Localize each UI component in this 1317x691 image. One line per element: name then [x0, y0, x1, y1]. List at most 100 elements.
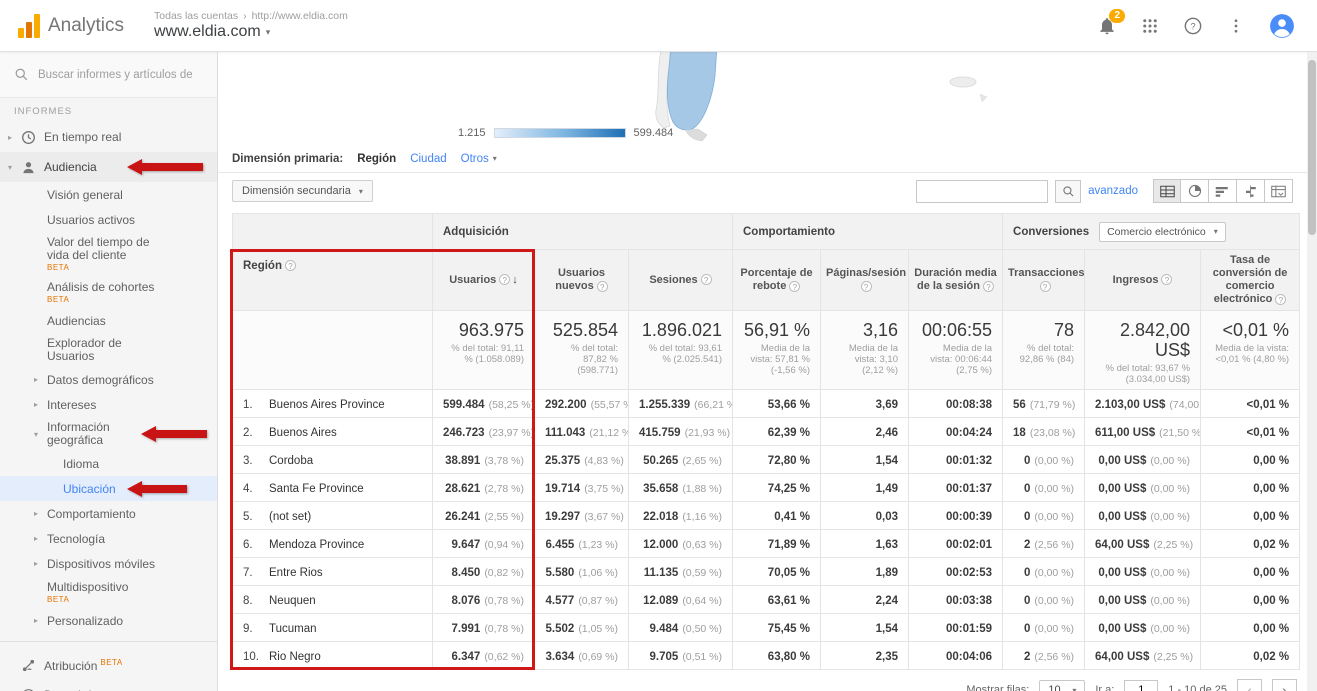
column-header-region[interactable]: Región?: [233, 250, 433, 311]
column-header-tasa-de-conversion-de-comercio-electronico[interactable]: Tasa de conversión de comercio electróni…: [1201, 250, 1300, 311]
table-view-button[interactable]: [1153, 179, 1181, 203]
table-search-input[interactable]: [916, 180, 1048, 203]
column-header-transacciones[interactable]: Transacciones?: [1003, 250, 1085, 311]
sidebar-item-valor-del-tiempo-de-vida-del-cliente[interactable]: Valor del tiempo de vida del clienteBETA: [0, 232, 217, 276]
page-scrollbar[interactable]: [1307, 52, 1317, 691]
metric-value: 0,00 %: [1253, 511, 1289, 523]
help-icon[interactable]: ?: [789, 281, 800, 292]
summary-cell: 3,16Media de la vista: 3,10 (2,12 %): [821, 311, 909, 390]
sidebar-item-explorador-de-usuarios[interactable]: Explorador de Usuarios: [0, 333, 217, 367]
help-icon[interactable]: ?: [1275, 294, 1286, 305]
sidebar-search[interactable]: [0, 52, 217, 98]
comparison-view-button[interactable]: [1237, 179, 1265, 203]
sidebar-item-vision-general[interactable]: Visión general: [0, 182, 217, 207]
primary-dimension-region[interactable]: Región: [357, 153, 396, 165]
region-link[interactable]: Tucuman: [269, 623, 317, 635]
analytics-logo[interactable]: Analytics: [0, 14, 124, 38]
region-link[interactable]: Buenos Aires: [269, 427, 337, 439]
column-header-sesiones[interactable]: Sesiones?: [629, 250, 733, 311]
metric-percent: (2,65 %): [682, 455, 722, 467]
sidebar-item-audiencia[interactable]: ▾Audiencia: [0, 152, 217, 182]
breadcrumb-accounts[interactable]: Todas las cuentas: [154, 10, 238, 22]
percentage-view-button[interactable]: [1181, 179, 1209, 203]
group-header-comportamiento: Comportamiento: [733, 214, 1003, 250]
search-icon: [14, 67, 29, 82]
region-link[interactable]: Buenos Aires Province: [269, 399, 385, 411]
advanced-search-link[interactable]: avanzado: [1088, 185, 1138, 197]
column-header-usuarios[interactable]: Usuarios?↓: [433, 250, 535, 311]
help-button[interactable]: ?: [1183, 16, 1203, 36]
help-icon[interactable]: ?: [983, 281, 994, 292]
region-link[interactable]: Cordoba: [269, 455, 313, 467]
sidebar-item-en-tiempo-real[interactable]: ▸En tiempo real: [0, 122, 217, 152]
secondary-dimension-button[interactable]: Dimensión secundaria ▾: [232, 180, 373, 202]
group-label: Comportamiento: [743, 226, 835, 238]
notifications-button[interactable]: 2: [1097, 16, 1117, 36]
sidebar-divider: [0, 641, 217, 642]
geo-map[interactable]: [218, 52, 1307, 145]
previous-page-button[interactable]: ‹: [1237, 679, 1262, 691]
column-header-paginas-sesion[interactable]: Páginas/sesión?: [821, 250, 909, 311]
user-avatar[interactable]: [1269, 13, 1295, 39]
column-header-ingresos[interactable]: Ingresos?: [1085, 250, 1201, 311]
column-header-duracion-media-de-la-sesion[interactable]: Duración media de la sesión?: [909, 250, 1003, 311]
sidebar-item-descubrir[interactable]: Descubrir: [0, 680, 217, 691]
help-icon[interactable]: ?: [499, 274, 510, 285]
table-search-button[interactable]: [1055, 180, 1081, 203]
ecommerce-selector[interactable]: Comercio electrónico▾: [1099, 222, 1226, 242]
sidebar: INFORMES ▸En tiempo real▾AudienciaVisión…: [0, 52, 218, 691]
help-icon[interactable]: ?: [285, 260, 296, 271]
performance-view-button[interactable]: [1209, 179, 1237, 203]
sidebar-item-audiencias[interactable]: Audiencias: [0, 308, 217, 333]
goto-page-input[interactable]: [1124, 680, 1158, 691]
sidebar-item-idioma[interactable]: Idioma: [0, 451, 217, 476]
account-selector[interactable]: www.eldia.com ▾: [154, 23, 348, 41]
scrollbar-thumb[interactable]: [1308, 60, 1316, 235]
region-link[interactable]: Neuquen: [269, 595, 316, 607]
sidebar-search-input[interactable]: [38, 69, 198, 81]
more-menu-button[interactable]: [1227, 17, 1245, 35]
metric-cell: 0,02 %: [1201, 530, 1300, 558]
region-link[interactable]: Santa Fe Province: [269, 483, 364, 495]
sidebar-item-ubicacion[interactable]: Ubicación: [0, 476, 217, 501]
column-header-usuarios-nuevos[interactable]: Usuarios nuevos?: [535, 250, 629, 311]
column-header-porcentaje-de-rebote[interactable]: Porcentaje de rebote?: [733, 250, 821, 311]
rows-per-page-select[interactable]: 10 ▾: [1039, 680, 1085, 691]
sidebar-item-datos-demograficos[interactable]: ▸Datos demográficos: [0, 367, 217, 392]
sidebar-item-comportamiento[interactable]: ▸Comportamiento: [0, 501, 217, 526]
primary-dimension-city[interactable]: Ciudad: [410, 153, 446, 165]
help-icon[interactable]: ?: [1161, 274, 1172, 285]
metric-value: 0,00 %: [1253, 483, 1289, 495]
sidebar-item-personalizado[interactable]: ▸Personalizado: [0, 608, 217, 633]
next-page-button[interactable]: ›: [1272, 679, 1297, 691]
breadcrumb-property[interactable]: http://www.eldia.com: [252, 10, 348, 22]
arrow-shaft: [142, 163, 203, 171]
metric-percent: (1,06 %): [578, 567, 618, 579]
legend-min-value: 1.215: [458, 127, 486, 139]
sidebar-item-tecnologia[interactable]: ▸Tecnología: [0, 526, 217, 551]
sidebar-item-multidispositivo[interactable]: MultidispositivoBETA: [0, 576, 217, 608]
help-icon[interactable]: ?: [701, 274, 712, 285]
pivot-view-button[interactable]: [1265, 179, 1293, 203]
region-link[interactable]: Mendoza Province: [269, 539, 364, 551]
metric-cell: 0,02 %: [1201, 642, 1300, 670]
region-link[interactable]: (not set): [269, 511, 311, 523]
summary-value: 525.854: [545, 320, 618, 340]
sidebar-item-analisis-de-cohortes[interactable]: Análisis de cohortesBETA: [0, 276, 217, 308]
metric-cell: 63,61 %: [733, 586, 821, 614]
primary-dimension-other[interactable]: Otros ▾: [461, 153, 497, 165]
apps-grid-button[interactable]: [1141, 17, 1159, 35]
sidebar-item-informacion-geografica[interactable]: ▾Información geográfica: [0, 417, 217, 451]
sidebar-item-atribucion[interactable]: AtribuciónBETA: [0, 650, 217, 680]
arrow-shaft: [142, 485, 187, 493]
help-icon[interactable]: ?: [597, 281, 608, 292]
sidebar-item-dispositivos-moviles[interactable]: ▸Dispositivos móviles: [0, 551, 217, 576]
help-icon[interactable]: ?: [861, 281, 872, 292]
sidebar-item-intereses[interactable]: ▸Intereses: [0, 392, 217, 417]
column-header-label: Páginas/sesión: [826, 267, 906, 279]
region-link[interactable]: Entre Rios: [269, 567, 323, 579]
sidebar-item-usuarios-activos[interactable]: Usuarios activos: [0, 207, 217, 232]
region-link[interactable]: Rio Negro: [269, 651, 321, 663]
breadcrumb[interactable]: Todas las cuentas › http://www.eldia.com: [154, 10, 348, 22]
help-icon[interactable]: ?: [1040, 281, 1051, 292]
